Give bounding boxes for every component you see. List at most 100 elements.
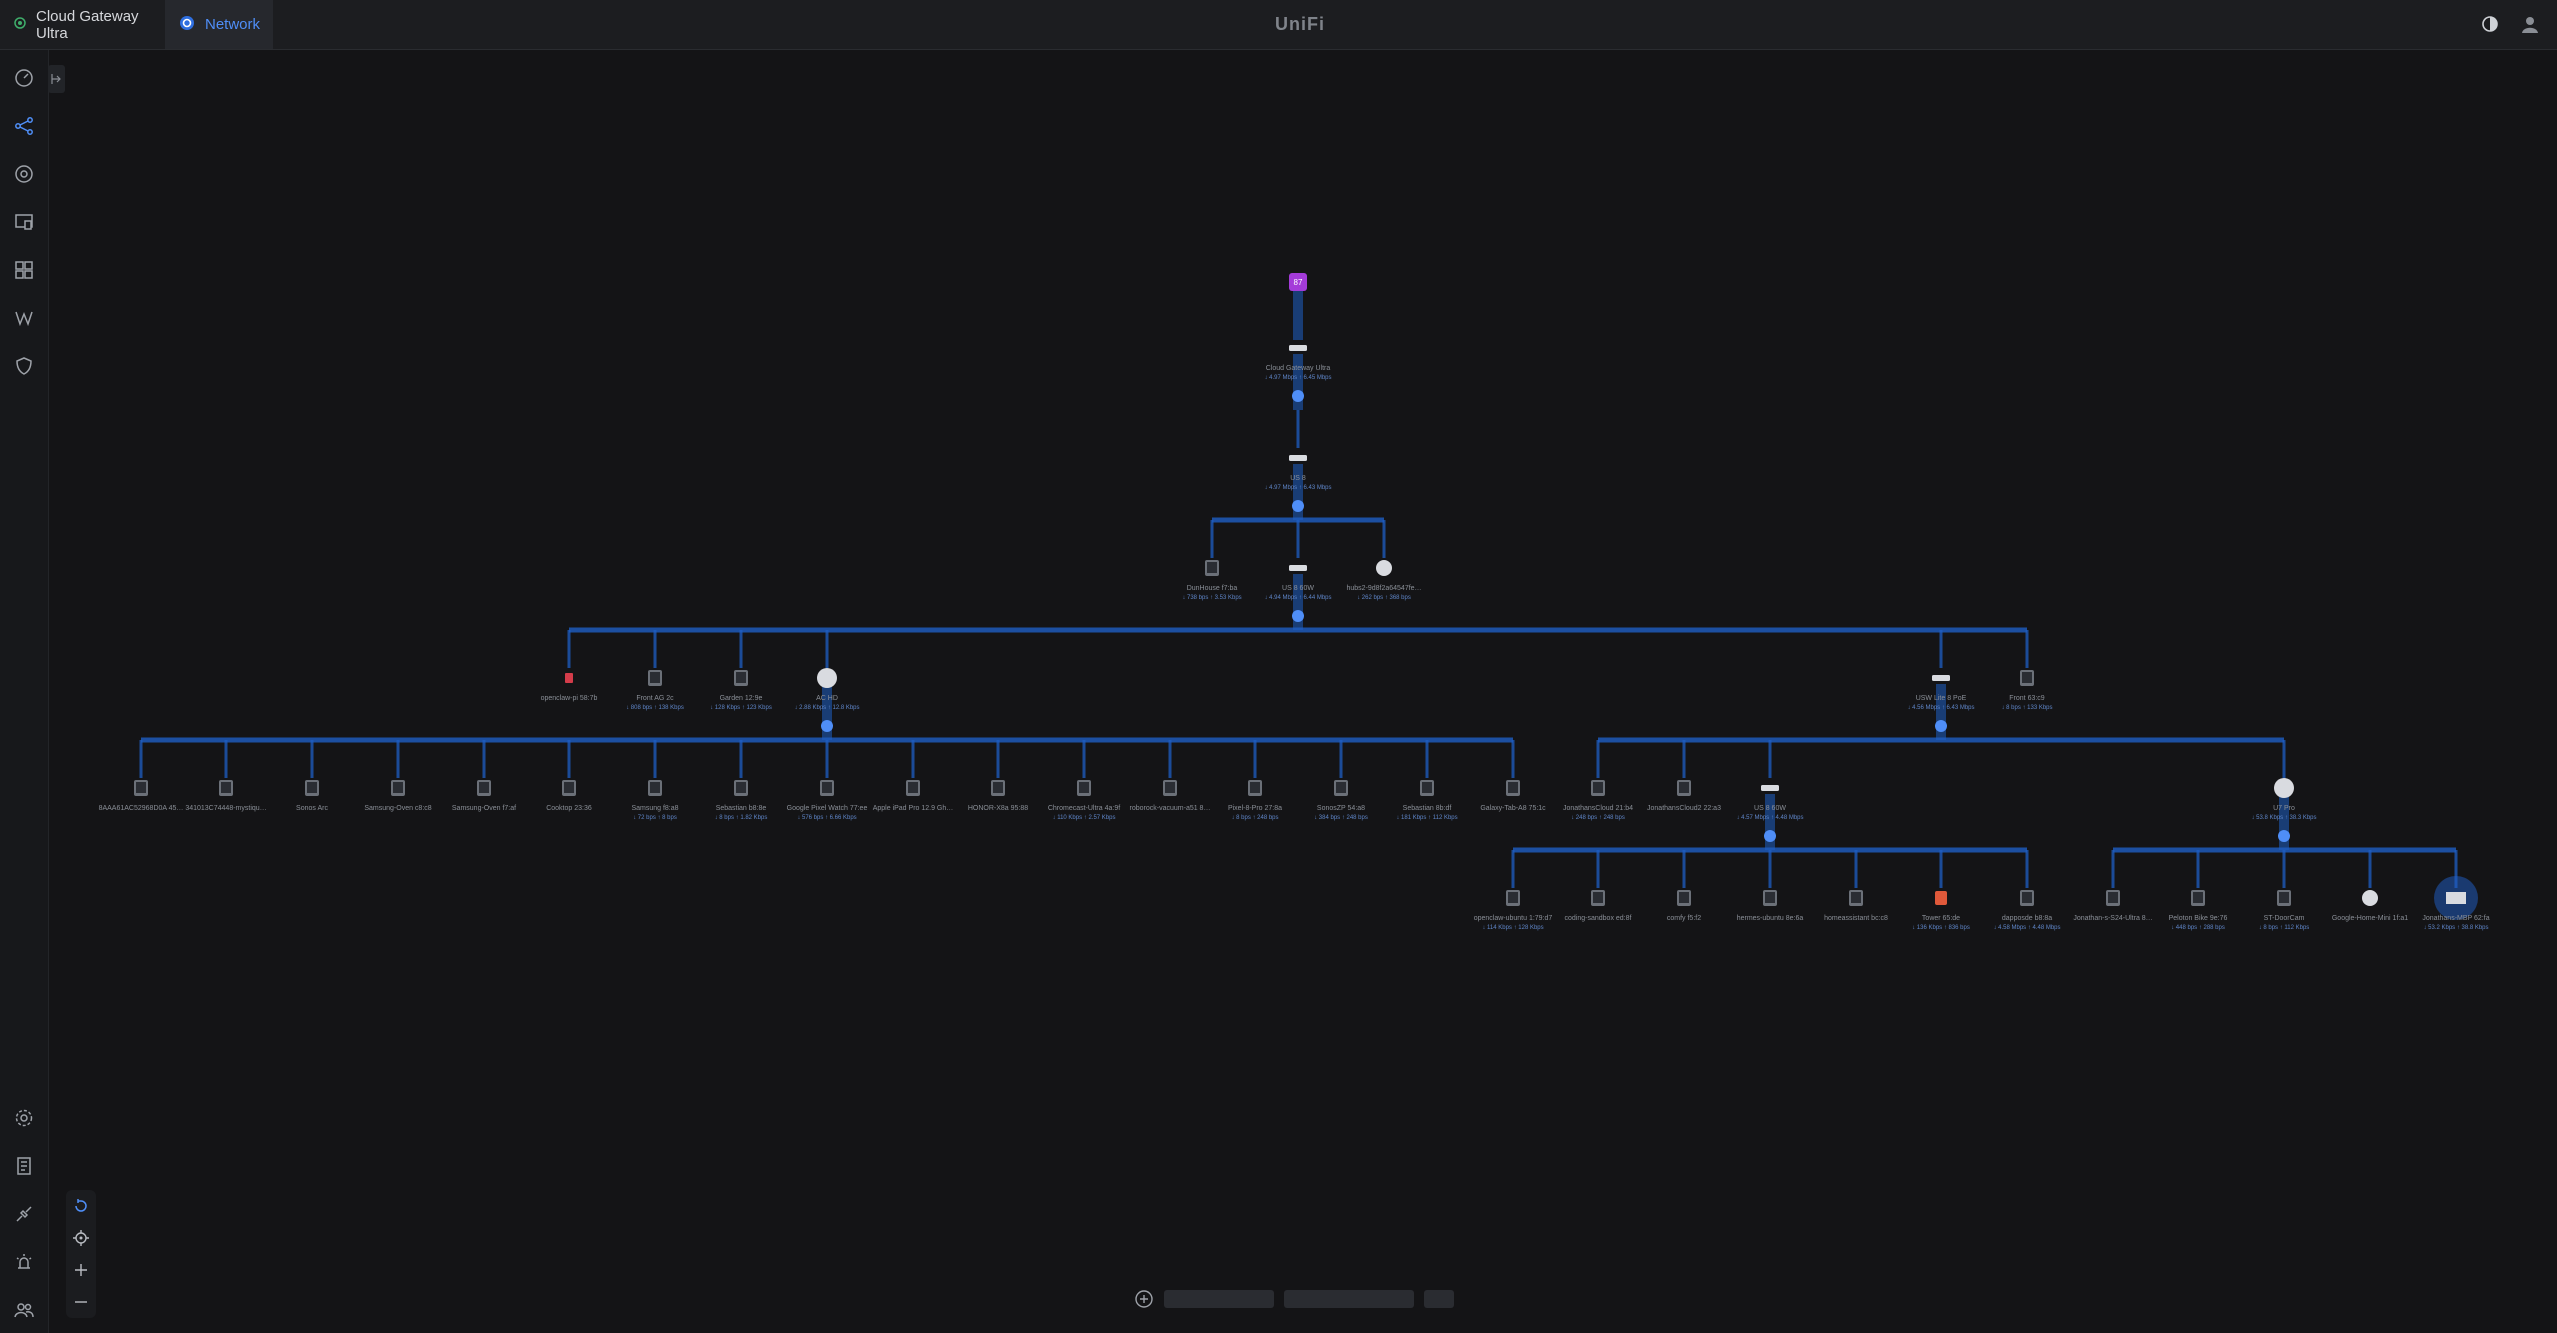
topology-node-c2[interactable]: 341013C74448-mystiqu… (185, 780, 267, 812)
topology-node-c6[interactable]: Cooktop 23:36 (546, 780, 592, 812)
topology-node-c4[interactable]: Samsung-Oven c8:c8 (364, 780, 432, 812)
topology-node-c13[interactable]: roborock-vacuum-a51 8… (1130, 780, 1211, 812)
node-throughput: ↓ 4.57 Mbps ↑ 4.48 Mbps (1736, 815, 1803, 821)
node-throughput: ↓ 136 Kbps ↑ 836 bps (1912, 925, 1970, 931)
topology-node-d6[interactable]: Tower 65:de ↓ 136 Kbps ↑ 836 bps (1912, 891, 1970, 931)
device-screen (393, 782, 403, 793)
topology-node-d10[interactable]: ST-DoorCam ↓ 8 bps ↑ 112 Kbps (2259, 890, 2310, 931)
node-throughput: ↓ 128 Kbps ↑ 123 Kbps (710, 705, 772, 711)
topology-node-d12[interactable]: Jonathans-MBP 62:fa ↓ 53.2 Kbps ↑ 38.8 Kb… (2422, 876, 2490, 931)
topology-node-oc[interactable]: openclaw-pi 58:7b (541, 673, 598, 702)
port-junction-dot[interactable] (1292, 610, 1304, 622)
port-junction-dot[interactable] (2278, 830, 2290, 842)
node-label: U7 Pro (2273, 805, 2295, 812)
topology-node-d9[interactable]: Peloton Bike 9e:76 ↓ 448 bps ↑ 288 bps (2169, 890, 2228, 931)
device-screen (2022, 672, 2032, 683)
topology-node-c11[interactable]: HONOR-X8a 95:88 (968, 780, 1028, 812)
node-label: Sebastian b8:8e (716, 805, 767, 812)
node-label: 341013C74448-mystiqu… (185, 805, 266, 812)
node-label: Pixel-8-Pro 27:8a (1228, 805, 1282, 812)
topology-node-garden[interactable]: Garden 12:9e ↓ 128 Kbps ↑ 123 Kbps (710, 670, 772, 711)
topology-node-d7[interactable]: dapposde b8:8a ↓ 4.58 Mbps ↑ 4.48 Mbps (1993, 890, 2061, 931)
port-junction-dot[interactable] (821, 720, 833, 732)
topology-node-c14[interactable]: Pixel-8-Pro 27:8a ↓ 8 bps ↑ 248 bps (1228, 780, 1282, 821)
port-junction-dot[interactable] (1292, 390, 1304, 402)
device-screen (1508, 782, 1518, 793)
topology-node-d11[interactable]: Google-Home-Mini 1f:a1 (2332, 890, 2408, 922)
port-junction-dot[interactable] (1292, 500, 1304, 512)
topology-node-dh[interactable]: DunHouse f7:ba ↓ 738 bps ↑ 3.53 Kbps (1182, 560, 1242, 601)
node-label: SonosZP 54:a8 (1317, 805, 1365, 812)
topology-canvas[interactable]: 87 Cloud Gateway Ultra ↓ 4.97 Mbps ↑ 6.45 … (0, 0, 2557, 1333)
topology-node-c7[interactable]: Samsung f8:a8 ↓ 72 bps ↑ 8 bps (631, 780, 679, 821)
node-throughput: ↓ 110 Kbps ↑ 2.57 Kbps (1053, 815, 1116, 821)
topology-node-front63[interactable]: Front 63:c9 ↓ 8 bps ↑ 133 Kbps (2001, 670, 2053, 711)
node-label: ST-DoorCam (2264, 915, 2305, 922)
topology-node-front[interactable]: Front AG 2c ↓ 808 bps ↑ 138 Kbps (626, 670, 684, 711)
node-label: coding-sandbox ed:8f (1565, 915, 1632, 922)
topology-node-d5[interactable]: homeassistant bc:c8 (1824, 890, 1888, 922)
device-screen (822, 782, 832, 793)
center-locate-icon[interactable] (73, 1230, 89, 1246)
device-screen (1765, 892, 1775, 903)
topology-node-d3[interactable]: comfy f5:f2 (1667, 890, 1701, 922)
node-label: HONOR-X8a 95:88 (968, 805, 1028, 812)
node-label: Jonathan-s-S24-Ultra 8… (2073, 915, 2152, 922)
topology-node-c10[interactable]: Apple iPad Pro 12.9 Gh… (873, 780, 954, 812)
switch-icon (1932, 675, 1950, 681)
topology-node-c8[interactable]: Sebastian b8:8e ↓ 8 bps ↑ 1.82 Kbps (715, 780, 768, 821)
toolbar-option-placeholder[interactable] (1424, 1290, 1454, 1308)
topology-node-c15[interactable]: SonosZP 54:a8 ↓ 384 bps ↑ 248 bps (1314, 780, 1368, 821)
topology-node-d4[interactable]: hermes-ubuntu 8e:6a (1737, 890, 1804, 922)
node-throughput: ↓ 181 Kbps ↑ 112 Kbps (1396, 815, 1457, 821)
topology-node-d2[interactable]: coding-sandbox ed:8f (1565, 890, 1632, 922)
zoom-in-icon[interactable] (73, 1262, 89, 1278)
toolbar-filter-placeholder[interactable] (1164, 1290, 1274, 1308)
device-screen (1593, 892, 1603, 903)
node-label: Apple iPad Pro 12.9 Gh… (873, 805, 954, 812)
client-count-text: 87 (1294, 278, 1303, 287)
node-throughput: ↓ 8 bps ↑ 133 Kbps (2001, 705, 2052, 711)
device-screen (993, 782, 1003, 793)
node-throughput: ↓ 808 bps ↑ 138 Kbps (626, 705, 684, 711)
topology-node-d1[interactable]: openclaw-ubuntu 1:79:d7 ↓ 114 Kbps ↑ 128 … (1474, 890, 1553, 931)
bottom-toolbar (1134, 1285, 1470, 1313)
topology-node-c19[interactable]: JonathansCloud2 22:a3 (1647, 780, 1721, 812)
node-label: DunHouse f7:ba (1187, 585, 1238, 592)
port-junction-dot[interactable] (1935, 720, 1947, 732)
access-point-icon (817, 668, 837, 688)
node-label: Front 63:c9 (2009, 695, 2045, 702)
node-label: US 8 60W (1754, 805, 1786, 812)
port-junction-dot[interactable] (1764, 830, 1776, 842)
node-throughput: ↓ 262 bps ↑ 368 bps (1357, 595, 1411, 601)
device-screen (307, 782, 317, 793)
node-label: JonathansCloud 21:b4 (1563, 805, 1633, 812)
topology-node-c5[interactable]: Samsung-Oven f7:af (452, 780, 516, 812)
topology-node-c1[interactable]: 8AAA61AC52968D0A 45… (99, 780, 184, 812)
topology-node-c18[interactable]: JonathansCloud 21:b4 ↓ 248 bps ↑ 248 bps (1563, 780, 1633, 821)
topology-node-c12[interactable]: Chromecast-Ultra 4a:9f ↓ 110 Kbps ↑ 2.57 … (1048, 780, 1120, 821)
node-label: Samsung-Oven c8:c8 (364, 805, 431, 812)
reset-view-icon[interactable] (73, 1198, 89, 1214)
topology-node-d8[interactable]: Jonathan-s-S24-Ultra 8… (2073, 890, 2153, 922)
raspberry-pi-icon (565, 673, 573, 683)
topology-node-c17[interactable]: Galaxy-Tab-A8 75:1c (1480, 780, 1546, 812)
device-screen (479, 782, 489, 793)
device-screen (2193, 892, 2203, 903)
node-label: JonathansCloud2 22:a3 (1647, 805, 1721, 812)
device-screen (564, 782, 574, 793)
topology-node-hubs[interactable]: hubs2-9d8f2a64547fe… ↓ 262 bps ↑ 368 bps (1346, 560, 1422, 601)
switch-icon (1761, 785, 1779, 791)
toolbar-view-placeholder[interactable] (1284, 1290, 1414, 1308)
node-label: 8AAA61AC52968D0A 45… (99, 805, 184, 812)
node-label: Sonos Arc (296, 805, 328, 812)
client-count-badge[interactable]: 87 (1289, 273, 1307, 291)
topology-node-c9[interactable]: Google Pixel Watch 77:ee ↓ 576 bps ↑ 6.66… (787, 780, 868, 821)
device-screen (2108, 892, 2118, 903)
topology-node-c3[interactable]: Sonos Arc (296, 780, 328, 812)
topology-node-c16[interactable]: Sebastian 8b:df ↓ 181 Kbps ↑ 112 Kbps (1396, 780, 1458, 821)
add-icon[interactable] (1134, 1289, 1154, 1309)
node-label: openclaw-ubuntu 1:79:d7 (1474, 915, 1553, 922)
node-throughput: ↓ 448 bps ↑ 288 bps (2171, 925, 2225, 931)
zoom-out-icon[interactable] (73, 1294, 89, 1310)
